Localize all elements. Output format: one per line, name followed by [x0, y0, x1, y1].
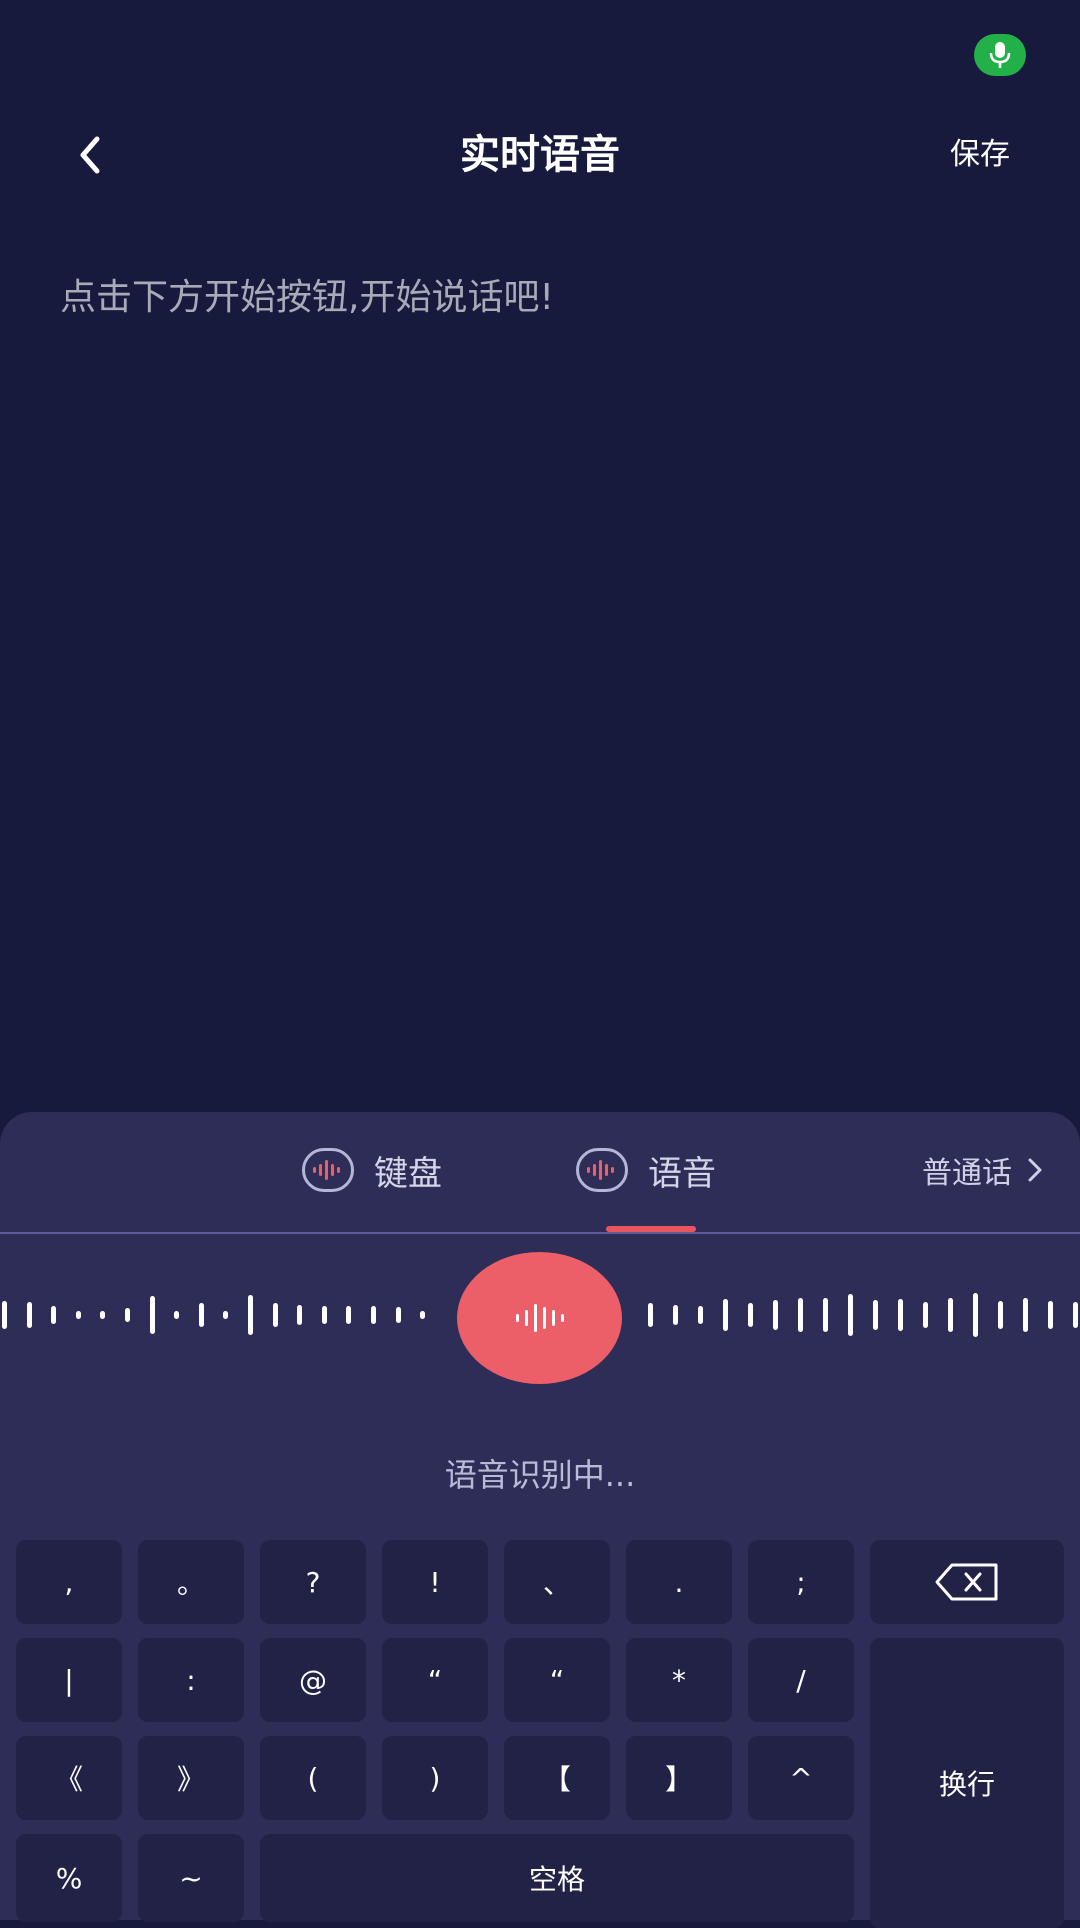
tab-keyboard[interactable]: 键盘	[302, 1140, 442, 1200]
symbol-key[interactable]: ^	[748, 1736, 854, 1820]
waveform-bar	[346, 1306, 351, 1324]
waveform-bar	[1073, 1302, 1078, 1328]
waveform-bar	[748, 1303, 753, 1327]
waveform-bar	[100, 1311, 105, 1319]
chevron-left-icon	[80, 136, 100, 174]
waveform-bar	[273, 1303, 278, 1327]
enter-key[interactable]: 换行	[870, 1638, 1064, 1928]
tab-voice-label: 语音	[648, 1153, 716, 1194]
waveform-bar	[51, 1306, 56, 1324]
symbol-key[interactable]: “	[504, 1638, 610, 1722]
symbol-key[interactable]: :	[138, 1638, 244, 1722]
save-button[interactable]: 保存	[950, 100, 1010, 210]
symbol-key[interactable]: ?	[260, 1540, 366, 1624]
waveform-bar	[698, 1306, 703, 1324]
symbol-key[interactable]: %	[16, 1834, 122, 1922]
waveform-bar	[125, 1308, 130, 1322]
waveform-bar	[223, 1311, 228, 1319]
waveform-bar	[371, 1306, 376, 1324]
sound-wave-icon	[302, 1148, 354, 1192]
symbol-key[interactable]: !	[382, 1540, 488, 1624]
waveform-bar	[297, 1305, 302, 1325]
symbol-key[interactable]: .	[626, 1540, 732, 1624]
hint-text: 点击下方开始按钮,开始说话吧!	[60, 277, 554, 318]
symbol-key[interactable]: )	[382, 1736, 488, 1820]
symbol-key[interactable]: *	[626, 1638, 732, 1722]
backspace-icon	[935, 1563, 998, 1601]
symbol-key[interactable]: “	[382, 1638, 488, 1722]
waveform-bar	[150, 1296, 155, 1334]
record-button[interactable]	[457, 1252, 622, 1384]
symbol-key[interactable]: ,	[16, 1540, 122, 1624]
waveform-bar	[673, 1305, 678, 1325]
waveform-bar	[973, 1293, 978, 1337]
tab-voice[interactable]: 语音	[576, 1140, 716, 1200]
tab-keyboard-label: 键盘	[374, 1153, 442, 1194]
waveform-bar	[923, 1302, 928, 1328]
symbol-key[interactable]: @	[260, 1638, 366, 1722]
waveform-bar	[648, 1303, 653, 1327]
waveform-bar	[1023, 1298, 1028, 1332]
waveform-bar	[798, 1298, 803, 1332]
input-panel: 键盘 语音 普通话 语音识别中... , 。 ? ! 、 . ; |: @ “…	[0, 1112, 1080, 1928]
waveform-bar	[76, 1311, 81, 1319]
back-button[interactable]	[60, 120, 120, 190]
waveform-bar	[420, 1311, 425, 1319]
recognition-status: 语音识别中...	[444, 1456, 636, 1494]
waveform-bar	[248, 1295, 253, 1335]
space-key[interactable]: 空格	[260, 1834, 854, 1922]
symbol-key[interactable]: 《	[16, 1736, 122, 1820]
microphone-icon	[989, 42, 1011, 68]
symbol-key[interactable]: ;	[748, 1540, 854, 1624]
symbol-key[interactable]: 》	[138, 1736, 244, 1820]
waveform-bar	[823, 1298, 828, 1332]
language-selector[interactable]: 普通话	[922, 1140, 1044, 1200]
symbol-key[interactable]: ~	[138, 1834, 244, 1922]
language-label: 普通话	[922, 1156, 1012, 1191]
waveform-bar	[174, 1311, 179, 1319]
header: 实时语音 保存	[0, 100, 1080, 210]
waveform-bar	[723, 1299, 728, 1331]
sound-wave-icon	[576, 1148, 628, 1192]
symbol-key[interactable]: (	[260, 1736, 366, 1820]
waveform-bar	[873, 1300, 878, 1330]
symbol-key[interactable]: 【	[504, 1736, 610, 1820]
active-tab-indicator	[606, 1226, 696, 1232]
waveform-bar	[773, 1300, 778, 1330]
waveform-bar	[848, 1294, 853, 1336]
symbol-key[interactable]: 、	[504, 1540, 610, 1624]
symbol-key[interactable]: 。	[138, 1540, 244, 1624]
waveform-bar	[1048, 1301, 1053, 1329]
backspace-key[interactable]	[870, 1540, 1064, 1624]
waveform-bar	[396, 1307, 401, 1323]
waveform-bar	[2, 1301, 7, 1329]
waveform-bar	[948, 1298, 953, 1332]
sound-wave-icon	[515, 1304, 564, 1332]
page-title: 实时语音	[460, 132, 620, 178]
waveform-bar	[322, 1306, 327, 1324]
chevron-right-icon	[1028, 1158, 1042, 1182]
symbol-key[interactable]: 】	[626, 1736, 732, 1820]
waveform-bar	[998, 1301, 1003, 1329]
waveform-bar	[27, 1302, 32, 1328]
symbol-key[interactable]: |	[16, 1638, 122, 1722]
symbol-key[interactable]: /	[748, 1638, 854, 1722]
waveform-bar	[199, 1303, 204, 1327]
mode-bar: 键盘 语音 普通话	[0, 1112, 1080, 1234]
waveform-bar	[898, 1299, 903, 1331]
mic-status-indicator	[974, 34, 1026, 76]
